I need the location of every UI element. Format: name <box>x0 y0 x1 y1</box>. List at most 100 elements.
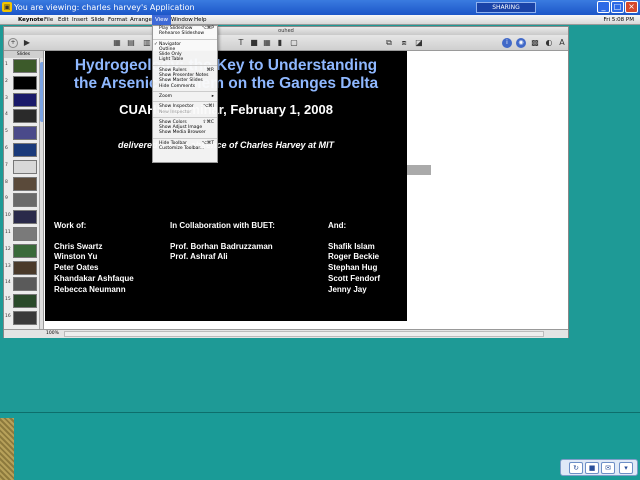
viewer-tray: ↻ ■ ✉ ▾ <box>560 459 638 476</box>
play-icon[interactable]: ▶ <box>22 38 32 48</box>
column-heading: In Collaboration with BUET: <box>170 221 275 230</box>
sharing-dropdown[interactable]: SHARING <box>476 2 536 13</box>
view-menu-item[interactable]: Light Table <box>153 57 217 62</box>
menu-item-label: Show Inspector <box>159 104 194 110</box>
slide-number: 14 <box>5 280 11 286</box>
text-icon[interactable]: T <box>236 38 246 48</box>
new-slide-icon[interactable]: + <box>8 38 18 48</box>
horizontal-scrollbar[interactable] <box>64 331 544 337</box>
menu-separator <box>153 63 217 66</box>
slide-thumbnail[interactable]: 7 <box>4 159 43 176</box>
credits-column-and[interactable]: And: Shafik Islam Roger Beckie Stephan H… <box>328 221 380 295</box>
slide-thumbnail[interactable]: 9 <box>4 192 43 209</box>
slide-date[interactable]: CUAHSI Seminar, February 1, 2008 <box>45 102 407 117</box>
name-item: Prof. Ashraf Ali <box>170 252 228 262</box>
thumbnail-image <box>13 210 37 225</box>
slide-thumbnail[interactable]: 16 <box>4 310 43 327</box>
inspector-icon[interactable]: i <box>502 38 512 48</box>
menu-item-label: Zoom <box>159 93 172 99</box>
menu-format[interactable]: Format <box>108 17 127 23</box>
adjust-icon[interactable]: ◐ <box>544 38 554 48</box>
slide-number: 7 <box>5 162 8 168</box>
status-bar: 100% <box>4 329 568 338</box>
menu-window[interactable]: Window <box>171 17 193 23</box>
slide-thumbnail[interactable]: 4 <box>4 108 43 125</box>
view-icon[interactable]: ▦ <box>112 38 122 48</box>
taskbar-handle[interactable] <box>0 418 14 480</box>
thumbnail-list: 1 2 3 4 5 6 7 8 9 10 11 12 13 14 15 16 <box>4 58 43 327</box>
menu-item-label: Hide Toolbar <box>159 140 187 146</box>
slide-credit[interactable]: delivered for the absence of Charles Har… <box>45 140 407 150</box>
navigator-scrollbar[interactable] <box>39 58 43 329</box>
credits-column-work[interactable]: Work of: Chris Swartz Winston Yu Peter O… <box>54 221 134 295</box>
close-button[interactable]: × <box>625 1 638 13</box>
view-menu-item[interactable]: Zoom ▸ <box>153 94 217 99</box>
refresh-icon[interactable]: ↻ <box>569 462 583 474</box>
slide-thumbnail[interactable]: 11 <box>4 226 43 243</box>
menu-file[interactable]: File <box>44 17 53 23</box>
colors-icon[interactable]: ▩ <box>530 38 540 48</box>
slide-title[interactable]: Hydrogeology: the Key to Understanding t… <box>55 57 397 93</box>
view-menu-item[interactable]: Rehearse Slideshow <box>153 31 217 36</box>
fonts-icon[interactable]: A <box>557 38 567 48</box>
slide-thumbnail[interactable]: 14 <box>4 276 43 293</box>
current-slide[interactable]: Hydrogeology: the Key to Understanding t… <box>45 51 407 321</box>
slide-thumbnail[interactable]: 6 <box>4 142 43 159</box>
name-item: Shafik Islam <box>328 241 375 251</box>
layout-icon[interactable]: ▤ <box>126 38 136 48</box>
slide-number: 5 <box>5 129 8 135</box>
mask-icon[interactable]: ◪ <box>414 38 424 48</box>
zoom-level[interactable]: 100% <box>46 330 59 338</box>
minimize-button[interactable]: _ <box>597 1 610 13</box>
slide-thumbnail[interactable]: 2 <box>4 75 43 92</box>
chat-icon[interactable]: ✉ <box>601 462 615 474</box>
comment-icon[interactable]: ▢ <box>289 38 299 48</box>
group-icon[interactable]: ⧉ <box>384 38 394 48</box>
slide-navigator: Slides 1 2 3 4 5 6 7 8 9 10 11 12 13 14 15 16 <box>4 51 44 329</box>
slide-thumbnail[interactable]: 1 <box>4 58 43 75</box>
slide-thumbnail[interactable]: 3 <box>4 92 43 109</box>
scroll-thumb[interactable] <box>40 62 43 122</box>
dropdown-icon[interactable]: ▾ <box>619 462 633 474</box>
slide-thumbnail[interactable]: 5 <box>4 125 43 142</box>
name-item: Scott Fendorf <box>328 273 380 283</box>
ungroup-icon[interactable]: ⧈ <box>399 38 409 48</box>
menu-edit[interactable]: Edit <box>58 17 69 23</box>
maximize-button[interactable]: □ <box>611 1 624 13</box>
slide-title-line1: Hydrogeology: the Key to Understanding <box>74 57 378 74</box>
masters-icon[interactable]: ▥ <box>142 38 152 48</box>
slide-thumbnail[interactable]: 8 <box>4 176 43 193</box>
slide-thumbnail[interactable]: 13 <box>4 260 43 277</box>
slide-thumbnail[interactable]: 12 <box>4 243 43 260</box>
view-menu-item[interactable]: Hide Comments <box>153 84 217 89</box>
menu-shortcut: ▸ <box>211 93 214 99</box>
credits-column-buet[interactable]: In Collaboration with BUET: Prof. Borhan… <box>170 221 275 263</box>
table-icon[interactable]: ▦ <box>262 38 272 48</box>
selection-handle[interactable] <box>407 165 431 175</box>
slide-number: 11 <box>5 229 11 235</box>
menu-arrange[interactable]: Arrange <box>130 17 152 23</box>
media-icon[interactable]: ◉ <box>516 38 526 48</box>
menu-separator <box>153 136 217 139</box>
slide-thumbnail[interactable]: 15 <box>4 293 43 310</box>
view-menu-item[interactable]: Customize Toolbar... <box>153 146 217 151</box>
stop-icon[interactable]: ■ <box>585 462 599 474</box>
shapes-icon[interactable]: ■ <box>249 38 259 48</box>
menu-item-label: Show Media Browser <box>159 130 206 136</box>
viewer-title: You are viewing: charles harvey's Applic… <box>14 3 195 12</box>
view-menu-item[interactable]: Show Media Browser <box>153 130 217 135</box>
slide-number: 4 <box>5 112 8 118</box>
menu-help[interactable]: Help <box>194 17 207 23</box>
thumbnail-image <box>13 142 37 157</box>
menu-insert[interactable]: Insert <box>72 17 88 23</box>
menu-slide[interactable]: Slide <box>91 17 104 23</box>
slide-number: 6 <box>5 145 8 151</box>
thumbnail-image <box>13 310 37 325</box>
slide-thumbnail[interactable]: 10 <box>4 209 43 226</box>
menu-keynote[interactable]: Keynote <box>18 17 44 23</box>
column-heading: Work of: <box>54 221 87 230</box>
view-menu-dropdown: Play Slideshow ⌥⌘P Rehearse Slideshow ✓ Navi… <box>152 25 218 163</box>
menu-view[interactable]: View <box>152 15 172 25</box>
name-item: Jenny Jay <box>328 284 367 294</box>
chart-icon[interactable]: ▮ <box>275 38 285 48</box>
